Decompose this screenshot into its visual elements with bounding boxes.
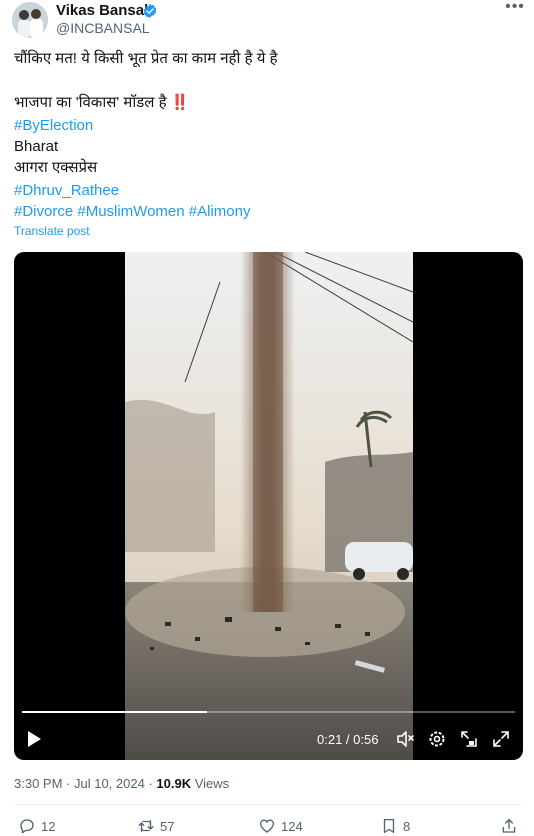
tweet-line-agra: आगरा एक्सप्रेस (14, 159, 98, 176)
tweet-hashtag-line: #Divorce #MuslimWomen #Alimony (14, 202, 250, 222)
author-name[interactable]: Vikas Bansal (56, 2, 148, 19)
video-progress-fill (22, 711, 207, 713)
tweet-line-bharat: Bharat (14, 138, 59, 155)
views-count: 10.9K (156, 776, 192, 791)
avatar[interactable] (12, 2, 48, 38)
divider (14, 804, 522, 805)
tweet-date[interactable]: Jul 10, 2024 (74, 776, 145, 791)
more-icon[interactable]: ••• (504, 0, 526, 21)
bookmark-button[interactable]: 8 (380, 816, 410, 836)
repost-count: 57 (160, 818, 175, 834)
video-frame (125, 252, 413, 760)
bookmark-icon (383, 818, 395, 834)
reply-button[interactable]: 12 (18, 816, 55, 836)
like-button[interactable]: 124 (258, 816, 303, 836)
author-handle[interactable]: @INCBANSAL (56, 20, 150, 36)
views-label: Views (191, 776, 230, 791)
video-time: 0:21 / 0:56 (317, 732, 378, 747)
play-icon[interactable] (26, 730, 42, 748)
tweet-actions: 12 57 124 8 (0, 816, 534, 836)
tweet-line-2: भाजपा का 'विकास' मॉडल है ‼️ (14, 93, 189, 113)
reply-count: 12 (41, 818, 56, 834)
like-icon (259, 819, 275, 833)
tweet-line-2-text: भाजपा का 'विकास' मॉडल है (14, 94, 167, 111)
volume-icon[interactable] (395, 729, 415, 749)
video-current-time: 0:21 (317, 732, 343, 747)
hashtag-muslimwomen[interactable]: #MuslimWomen (77, 203, 184, 220)
hashtag-byelection[interactable]: #ByElection (14, 116, 93, 136)
reply-icon (20, 819, 34, 834)
video-time-separator: / (342, 732, 354, 747)
hashtag-divorce[interactable]: #Divorce (14, 203, 73, 220)
video-player[interactable]: 0:21 / 0:56 (14, 252, 523, 760)
bookmark-count: 8 (403, 818, 411, 834)
repost-button[interactable]: 57 (137, 816, 174, 836)
tweet-line-1: चौंकिए मत! ये किसी भूत प्रेत का काम नही … (14, 50, 278, 67)
video-duration: 0:56 (353, 732, 379, 747)
tweet-time[interactable]: 3:30 PM (14, 776, 62, 791)
fullscreen-icon[interactable] (491, 729, 511, 749)
double-exclamation-emoji: ‼️ (170, 94, 190, 111)
verified-badge-icon (143, 4, 157, 18)
settings-icon[interactable] (427, 729, 447, 749)
hashtag-dhruv-rathee[interactable]: #Dhruv_Rathee (14, 181, 119, 201)
tweet-header: Vikas Bansal @INCBANSAL ••• (0, 0, 534, 44)
tweet-meta: 3:30 PM · Jul 10, 2024 · 10.9K Views (14, 776, 229, 791)
avatar-image (12, 2, 48, 38)
hashtag-alimony[interactable]: #Alimony (189, 203, 251, 220)
like-count: 124 (281, 818, 303, 834)
pip-icon[interactable] (459, 729, 479, 749)
repost-icon (138, 820, 154, 832)
translate-post-link[interactable]: Translate post (14, 224, 90, 238)
share-button[interactable] (500, 816, 518, 836)
video-progress-bar[interactable] (22, 711, 515, 713)
share-icon (502, 818, 516, 833)
meta-dot: · (62, 776, 74, 791)
meta-dot-2: · (144, 776, 157, 791)
